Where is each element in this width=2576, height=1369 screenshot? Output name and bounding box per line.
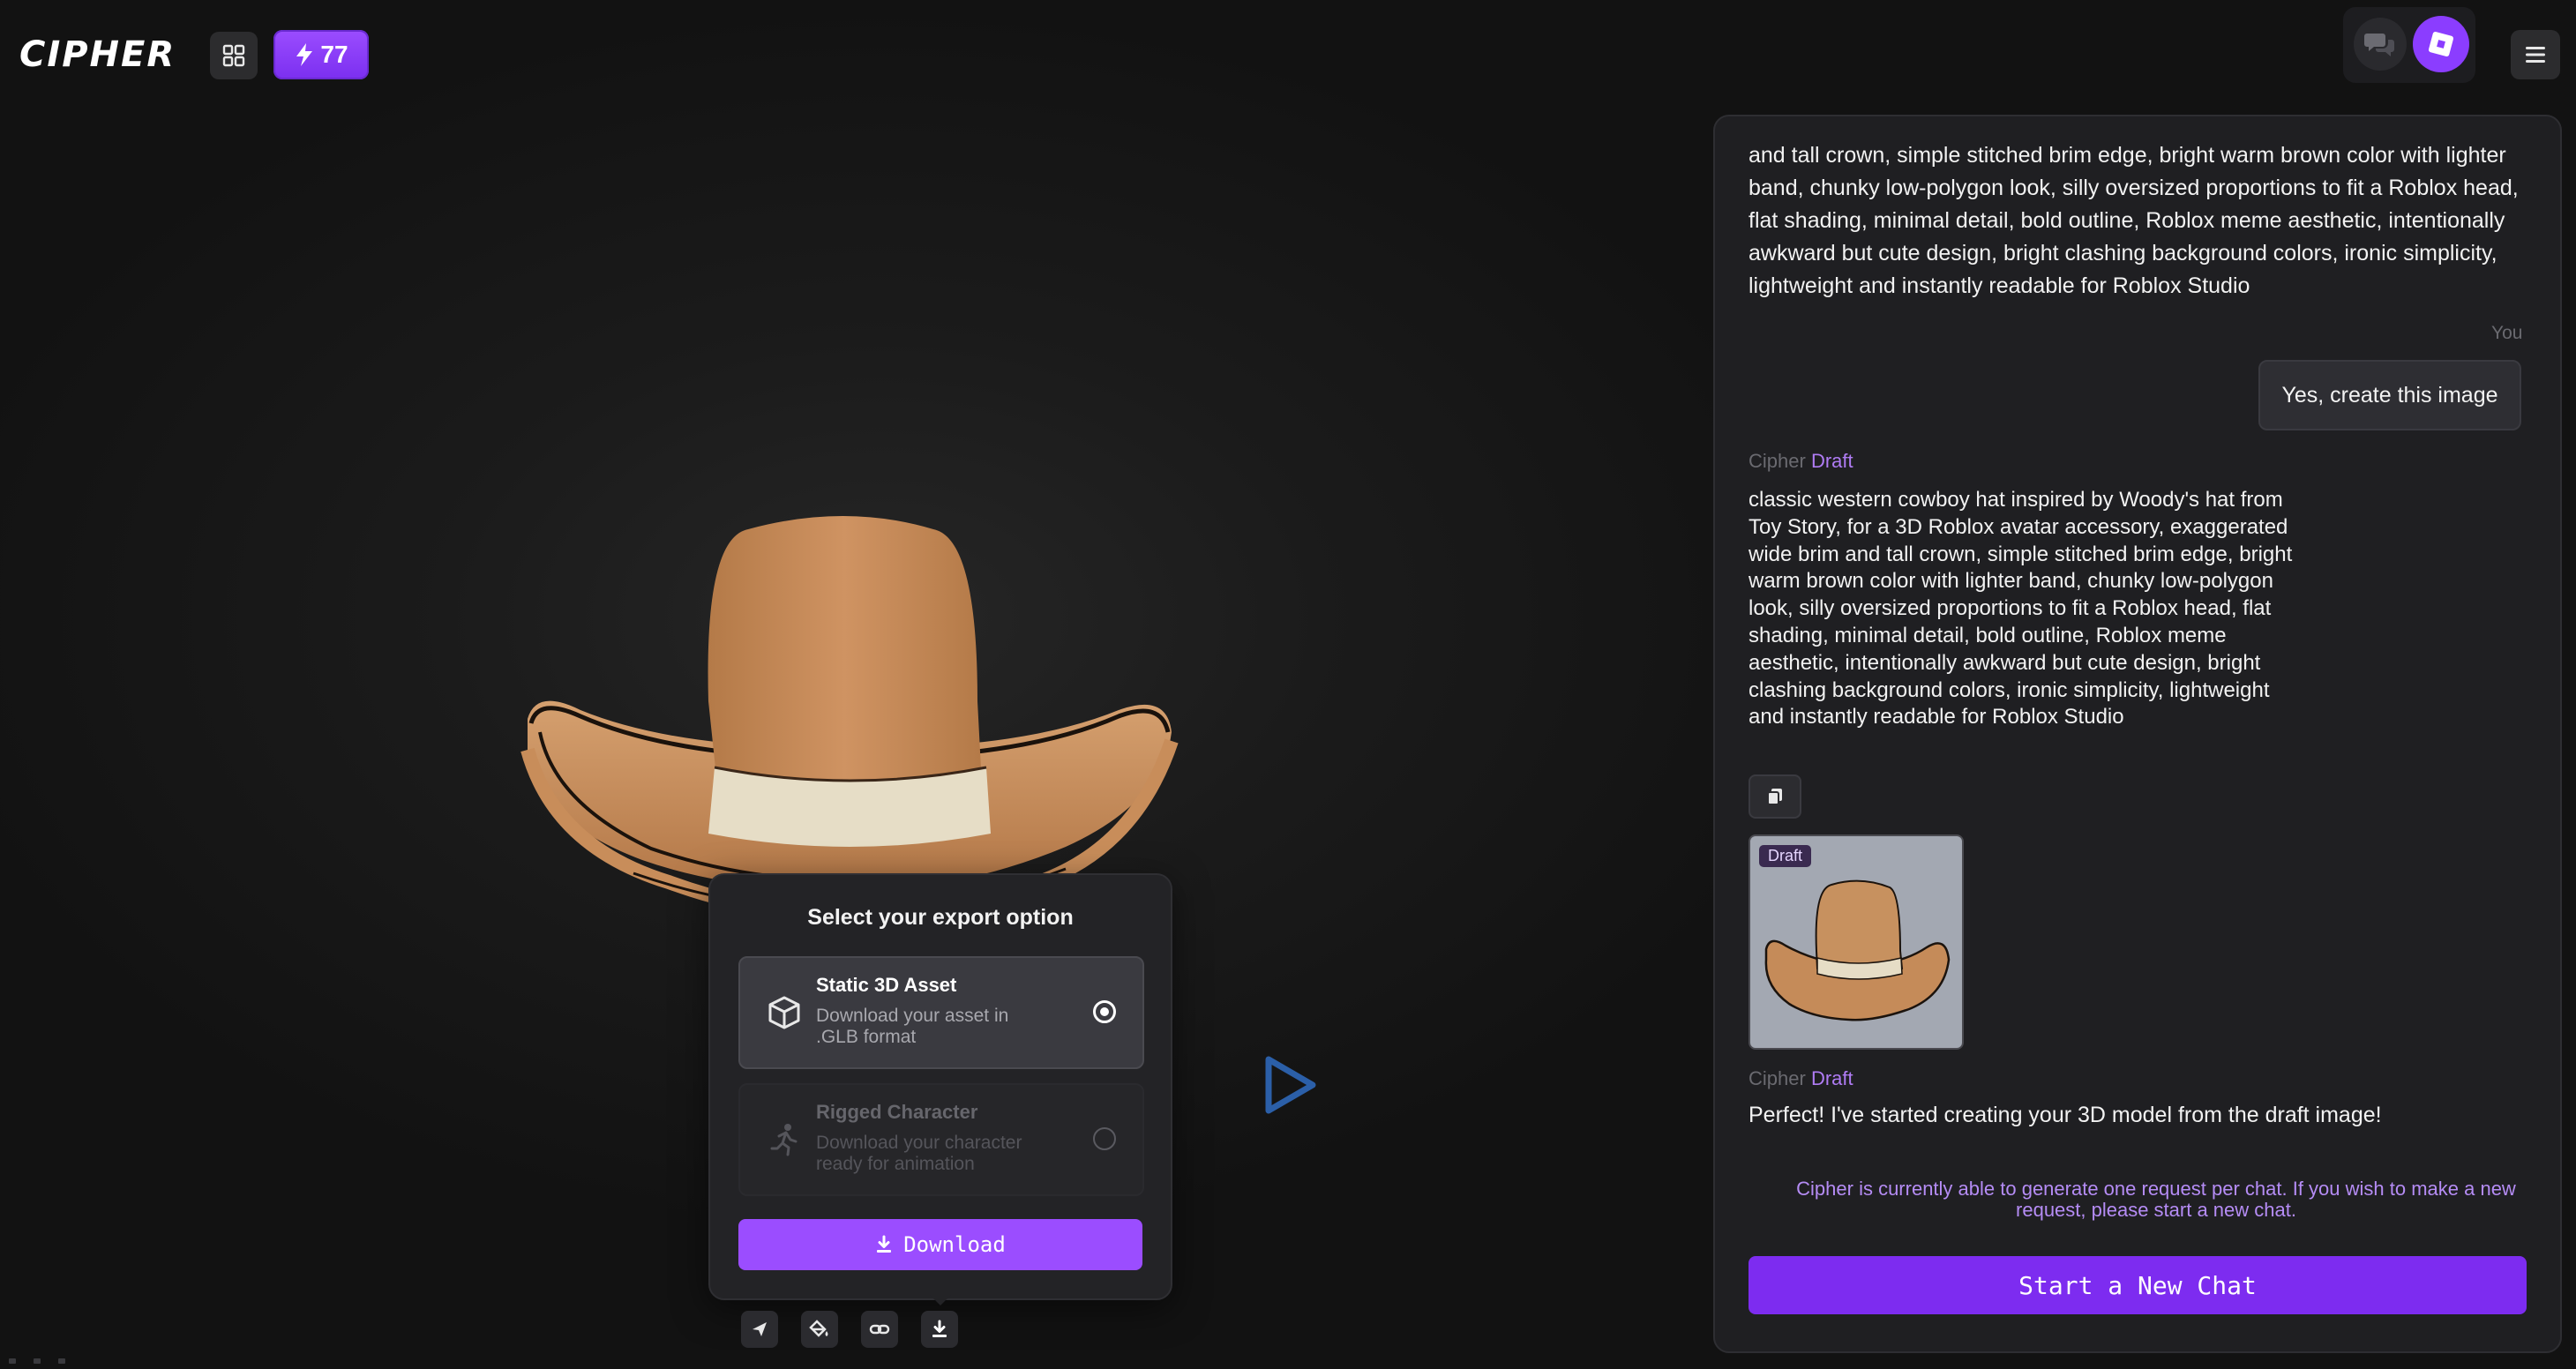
running-figure-icon xyxy=(770,1124,798,1156)
apps-button[interactable] xyxy=(210,32,258,79)
hat-thumbnail-image xyxy=(1764,879,1951,1021)
cube-icon xyxy=(768,996,800,1029)
export-panel-title: Select your export option xyxy=(807,905,1074,930)
paint-button[interactable] xyxy=(801,1311,838,1348)
user-label: You xyxy=(2491,323,2523,343)
grid-icon xyxy=(222,44,245,67)
user-message-bubble: Yes, create this image xyxy=(2258,360,2521,430)
logo-text: CIPHER xyxy=(19,34,176,75)
option-description: Download your asset in .GLB format xyxy=(816,1006,1009,1047)
option-title: Static 3D Asset xyxy=(816,974,957,996)
option-title: Rigged Character xyxy=(816,1101,978,1123)
download-button[interactable]: Download xyxy=(738,1219,1142,1270)
panel-pointer xyxy=(930,1295,951,1305)
send-button[interactable] xyxy=(741,1311,778,1348)
play-animation-icon[interactable] xyxy=(1262,1054,1318,1116)
download-toolbar-button[interactable] xyxy=(921,1311,958,1348)
export-option-static-asset[interactable]: Static 3D Asset Download your asset in .… xyxy=(738,956,1144,1069)
draft-tag: Draft xyxy=(1810,1067,1853,1089)
draft-prompt-text: classic western cowboy hat inspired by W… xyxy=(1749,488,2293,729)
send-icon xyxy=(753,1322,767,1336)
chat-message-assistant-prompt: and tall crown, simple stitched brim edg… xyxy=(1749,143,2519,298)
thumbnail-draft-badge: Draft xyxy=(1759,845,1812,867)
download-icon xyxy=(877,1235,892,1253)
credits-button[interactable]: 77 xyxy=(273,30,369,79)
lightning-icon xyxy=(296,43,313,66)
assistant-reply: Perfect! I've started creating your 3D m… xyxy=(1749,1103,2382,1127)
start-new-chat-button[interactable]: Start a New Chat xyxy=(1749,1256,2527,1314)
chat-panel: and tall crown, simple stitched brim edg… xyxy=(1713,115,2562,1353)
link-button[interactable] xyxy=(861,1311,898,1348)
download-label: Download xyxy=(903,1232,1006,1257)
roblox-button[interactable] xyxy=(2413,16,2469,72)
option-radio-unselected[interactable] xyxy=(1093,1127,1116,1150)
sender-name: Cipher xyxy=(1749,450,1806,472)
export-options-panel: Select your export option Static 3D Asse… xyxy=(708,873,1172,1300)
option-description: Download your character ready for animat… xyxy=(816,1133,1022,1174)
assistant-sender: Cipher Draft xyxy=(1749,450,1853,473)
export-option-rigged-character[interactable]: Rigged Character Download your character… xyxy=(738,1083,1144,1196)
assistant-sender: Cipher Draft xyxy=(1749,1067,1853,1090)
download-icon xyxy=(932,1320,947,1337)
status-indicator-icon xyxy=(9,1358,65,1364)
menu-button[interactable] xyxy=(2511,30,2560,79)
draft-image-thumbnail[interactable]: Draft xyxy=(1749,834,1964,1050)
hamburger-icon xyxy=(2526,47,2545,63)
option-radio-selected[interactable] xyxy=(1093,1000,1116,1023)
link-icon xyxy=(869,1324,890,1335)
copy-button[interactable] xyxy=(1749,774,1801,819)
chat-limit-notice: Cipher is currently able to generate one… xyxy=(1796,1178,2516,1221)
chats-button[interactable] xyxy=(2354,18,2407,71)
credits-count: 77 xyxy=(320,41,348,68)
roblox-logo-icon xyxy=(2428,31,2454,57)
cowboy-hat-3d-model[interactable] xyxy=(519,512,1180,926)
chat-bubbles-icon xyxy=(2364,34,2394,56)
paint-bucket-icon xyxy=(809,1320,828,1337)
draft-tag: Draft xyxy=(1810,450,1853,472)
copy-icon xyxy=(1767,789,1782,805)
cipher-logo[interactable]: CIPHER xyxy=(19,35,180,74)
sender-name: Cipher xyxy=(1749,1067,1806,1089)
